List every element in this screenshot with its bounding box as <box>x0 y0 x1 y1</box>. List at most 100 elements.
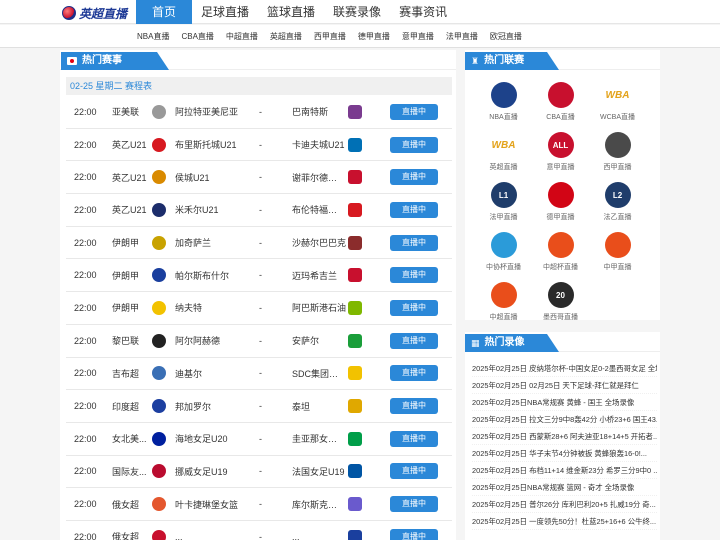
live-button[interactable]: 直播中 <box>390 430 438 447</box>
subnav-link[interactable]: 中超直播 <box>226 31 258 42</box>
match-league: 印度超 <box>112 401 140 412</box>
league-link[interactable]: 中超杯直播 <box>532 230 589 276</box>
home-team[interactable]: 挪威女足U19 <box>175 465 245 478</box>
match-row: 22:00 国际友... 挪威女足U19 - 法国女足U19 直播中 <box>66 456 452 489</box>
league-link[interactable]: 西甲直播 <box>589 130 646 176</box>
league-link[interactable]: WBA 英超直播 <box>475 130 532 176</box>
league-link[interactable]: 中协杯直播 <box>475 230 532 276</box>
away-team-logo-icon <box>348 104 362 119</box>
home-team[interactable]: 邦加罗尔 <box>175 400 245 413</box>
league-link[interactable]: L1 法甲直播 <box>475 180 532 226</box>
home-team[interactable]: 侯城U21 <box>175 171 245 184</box>
home-team[interactable]: 米禾尔U21 <box>175 203 245 216</box>
csl-icon <box>490 282 517 308</box>
home-team[interactable]: ... <box>175 532 245 540</box>
away-team[interactable]: 阿巴斯港石油 <box>292 301 346 314</box>
league-link[interactable]: L2 法乙直播 <box>589 180 646 226</box>
home-team[interactable]: 海地女足U20 <box>175 432 245 445</box>
subnav-link[interactable]: 法甲直播 <box>446 31 478 42</box>
away-team[interactable]: 圭亚那女足U20 <box>292 432 346 445</box>
league-link[interactable]: CBA直播 <box>532 80 589 126</box>
away-team[interactable]: 卡迪夫城U21 <box>292 138 346 151</box>
live-button[interactable]: 直播中 <box>390 267 438 284</box>
live-button[interactable]: 直播中 <box>390 332 438 349</box>
live-button[interactable]: 直播中 <box>390 528 438 540</box>
replay-link[interactable]: 2025年02月25日 布档11+14 维金斯23分 希罗三分9中0 ... <box>472 462 657 479</box>
league-name: 西甲直播 <box>603 164 632 171</box>
subnav-link[interactable]: 西甲直播 <box>314 31 346 42</box>
live-button[interactable]: 直播中 <box>390 234 438 251</box>
subnav-link[interactable]: CBA直播 <box>181 31 213 42</box>
replay-link[interactable]: 2025年02月25日NBA常规赛 篮网 - 奇才 全场录像 <box>472 479 657 496</box>
replay-link[interactable]: 2025年02月25日 02月25日 天下足球-拜仁就是拜仁 <box>472 377 657 394</box>
nav-home[interactable]: 首页 <box>136 0 193 24</box>
replay-link[interactable]: 2025年02月25日 皮纳塔尔杯-中国女足0-2墨西哥女足 全场录像 <box>472 360 657 377</box>
away-team[interactable]: 沙赫尔巴巴克 <box>292 236 346 249</box>
away-team[interactable]: 巴南特斯 <box>292 105 346 118</box>
away-team-logo-icon <box>348 497 362 512</box>
nav-basketball-live[interactable]: 篮球直播 <box>258 0 324 24</box>
away-team[interactable]: 布伦特福德U21 <box>292 203 346 216</box>
live-button[interactable]: 直播中 <box>390 463 438 480</box>
away-team[interactable]: 泰坦 <box>292 400 346 413</box>
live-button[interactable]: 直播中 <box>390 103 438 120</box>
nav-league-replays[interactable]: 联赛录像 <box>324 0 390 24</box>
home-team[interactable]: 布里斯托城U21 <box>175 138 245 151</box>
match-league: 俄女超 <box>112 499 140 510</box>
away-team[interactable]: 谢菲尔德联队... <box>292 171 346 184</box>
main-nav: 首页 足球直播 篮球直播 联赛录像 赛事资讯 <box>136 0 456 24</box>
nav-news[interactable]: 赛事资讯 <box>390 0 456 24</box>
league-link[interactable]: 中甲直播 <box>589 230 646 276</box>
league-link[interactable]: NBA直播 <box>475 80 532 126</box>
league-link[interactable]: 20 墨西哥直播 <box>532 280 589 326</box>
replay-link[interactable]: 2025年02月25日 华子末节4分钟被扳 黄蜂狼轰16-0!... <box>472 445 657 462</box>
live-button[interactable]: 直播中 <box>390 201 438 218</box>
live-button[interactable]: 直播中 <box>390 496 438 513</box>
away-team[interactable]: ... <box>292 532 346 540</box>
match-row: 22:00 伊朗甲 帕尔斯布什尔 - 迈玛希吉兰 直播中 <box>66 259 452 293</box>
league-name: 中超杯直播 <box>543 264 578 271</box>
away-team[interactable]: SDC集团医院 <box>292 367 346 380</box>
home-team[interactable]: 纳夫特 <box>175 301 245 314</box>
subnav-link[interactable]: 欧冠直播 <box>490 31 522 42</box>
subnav-link[interactable]: NBA直播 <box>137 31 169 42</box>
live-button[interactable]: 直播中 <box>390 136 438 153</box>
away-team[interactable]: 法国女足U19 <box>292 465 346 478</box>
vs-separator: - <box>259 433 262 444</box>
live-button[interactable]: 直播中 <box>390 365 438 382</box>
match-time: 22:00 <box>74 466 97 477</box>
panel-header: ▦ 热门录像 <box>465 332 660 352</box>
home-team[interactable]: 阿拉特亚美尼亚 <box>175 105 245 118</box>
replay-link[interactable]: 2025年02月25日 西蒙斯28+6 阿夫迪亚18+14+5 开拓者... <box>472 428 657 445</box>
site-logo[interactable]: 英超直播 <box>62 4 127 22</box>
home-team[interactable]: 叶卡捷琳堡女篮 <box>175 498 245 511</box>
league-link[interactable]: WBA WCBA直播 <box>589 80 646 126</box>
away-team[interactable]: 库尔斯克迪纳... <box>292 498 346 511</box>
home-team[interactable]: 加奇萨兰 <box>175 236 245 249</box>
replay-link[interactable]: 2025年02月25日 拉文三分9中8轰42分 小桥23+6 国王43... <box>472 411 657 428</box>
subnav-link[interactable]: 意甲直播 <box>402 31 434 42</box>
league-link[interactable]: ALL 意甲直播 <box>532 130 589 176</box>
home-team[interactable]: 帕尔斯布什尔 <box>175 269 245 282</box>
replay-link[interactable]: 2025年02月25日NBA常规赛 黄蜂 - 国王 全场录像 <box>472 394 657 411</box>
bundesliga-icon <box>547 182 574 208</box>
subnav-link[interactable]: 英超直播 <box>270 31 302 42</box>
away-team[interactable]: 安萨尔 <box>292 334 346 347</box>
match-row: 22:00 英乙U21 米禾尔U21 - 布伦特福德U21 直播中 <box>66 194 452 227</box>
live-button[interactable]: 直播中 <box>390 299 438 316</box>
league-link[interactable]: 德甲直播 <box>532 180 589 226</box>
hot-matches-panel: 热门赛事 02-25 星期二 赛程表 22:00 亚美联 阿拉特亚美尼亚 - 巴南特斯直… <box>60 50 456 540</box>
away-team[interactable]: 迈玛希吉兰 <box>292 269 346 282</box>
live-button[interactable]: 直播中 <box>390 169 438 186</box>
league-name: 墨西哥直播 <box>543 314 578 321</box>
nav-football-live[interactable]: 足球直播 <box>192 0 258 24</box>
home-team[interactable]: 阿尔阿赫德 <box>175 334 245 347</box>
site-logo-text: 英超直播 <box>79 6 128 21</box>
live-button[interactable]: 直播中 <box>390 398 438 415</box>
replay-link[interactable]: 2025年02月25日 一度领先50分！杜蓝25+16+6 公牛终... <box>472 513 657 530</box>
match-time: 22:00 <box>74 106 97 117</box>
league-link[interactable]: 中超直播 <box>475 280 532 326</box>
subnav-link[interactable]: 德甲直播 <box>358 31 390 42</box>
replay-link[interactable]: 2025年02月25日 普尔26分 库利巴利20+5 扎威19分 奇... <box>472 496 657 513</box>
home-team[interactable]: 迪基尔 <box>175 367 245 380</box>
